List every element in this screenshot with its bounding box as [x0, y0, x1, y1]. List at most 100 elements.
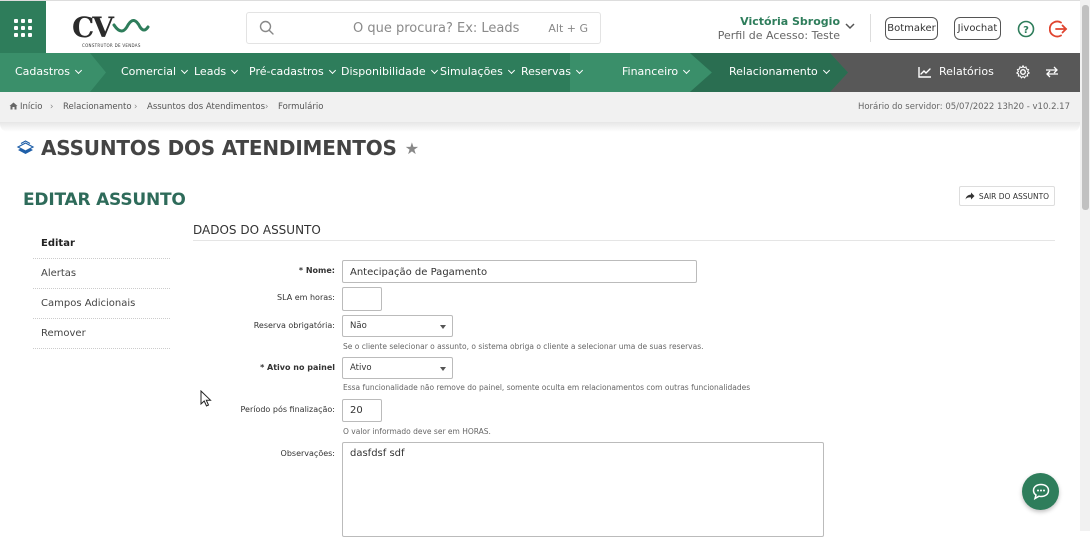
breadcrumb-item-assuntos[interactable]: Assuntos dos Atendimentos	[147, 102, 265, 112]
home-icon	[9, 102, 18, 110]
nav-item-leads[interactable]: Leads	[194, 65, 239, 78]
reserva-label: Reserva obrigatória:	[253, 321, 335, 330]
nav-label: Simulações	[440, 65, 503, 78]
chevron-down-icon[interactable]	[845, 22, 855, 30]
chevron-down-icon	[507, 66, 515, 74]
apps-menu-button[interactable]	[0, 1, 46, 54]
reserva-hint: Se o cliente selecionar o assunto, o sis…	[343, 342, 704, 351]
ativo-select-value: Ativo	[350, 363, 372, 373]
side-item-alertas[interactable]: Alertas	[33, 259, 170, 289]
periodo-input[interactable]: 20	[342, 399, 382, 422]
nav-label: Financeiro	[622, 65, 679, 78]
mouse-pointer-icon	[200, 390, 212, 407]
svg-text:CV: CV	[72, 11, 115, 43]
chevron-down-icon	[181, 66, 189, 74]
breadcrumb-shadow	[0, 122, 1080, 132]
nav-item-relacionamento[interactable]: Relacionamento	[729, 65, 830, 78]
observacoes-textarea[interactable]: dasfdsf sdf	[342, 442, 824, 537]
main-nav: Cadastros Comercial Leads Pré-cadastros …	[0, 53, 1080, 92]
chevron-down-icon	[74, 66, 82, 74]
grid-icon	[14, 18, 32, 37]
cv-logo-icon: CV	[72, 11, 150, 44]
side-menu: Editar Alertas Campos Adicionais Remover	[33, 229, 170, 349]
nav-item-comercial[interactable]: Comercial	[121, 65, 189, 78]
reserva-select-value: Não	[350, 321, 367, 331]
breadcrumb-separator: ›	[50, 102, 54, 112]
layers-icon	[16, 139, 35, 154]
search-shortcut: Alt + G	[548, 22, 588, 35]
sla-input[interactable]	[342, 287, 382, 311]
search-icon	[259, 20, 274, 35]
breadcrumb-item-formulario: Formulário	[278, 102, 324, 112]
chevron-down-icon	[430, 66, 438, 74]
periodo-hint: O valor informado deve ser em HORAS.	[343, 427, 491, 436]
breadcrumb-item-relacionamento[interactable]: Relacionamento	[63, 102, 132, 112]
nav-label: Comercial	[121, 65, 177, 78]
jivochat-button[interactable]: Jivochat	[954, 17, 1001, 40]
side-item-remover[interactable]: Remover	[33, 319, 170, 349]
nav-label: Pré-cadastros	[249, 65, 324, 78]
nav-label: Reservas	[521, 65, 571, 78]
user-profile: Perfil de Acesso: Teste	[717, 29, 840, 42]
breadcrumb: Início › Relacionamento › Assuntos dos A…	[0, 92, 1080, 122]
nav-label: Disponibilidade	[341, 65, 426, 78]
chevron-down-icon	[231, 66, 239, 74]
page-header: ASSUNTOS DOS ATENDIMENTOS ★	[16, 136, 419, 160]
page-title: ASSUNTOS DOS ATENDIMENTOS	[41, 136, 397, 160]
logout-icon[interactable]	[1049, 19, 1069, 39]
periodo-label: Período pós finalização:	[240, 405, 335, 414]
svg-text:?: ?	[1023, 25, 1029, 36]
scrollbar-thumb[interactable]	[1082, 5, 1089, 210]
search-placeholder: O que procura? Ex: Leads	[353, 21, 520, 36]
gear-icon[interactable]	[1016, 65, 1030, 79]
observacoes-label: Observações:	[280, 449, 335, 458]
star-icon[interactable]: ★	[405, 139, 419, 158]
exit-subject-label: SAIR DO ASSUNTO	[978, 191, 1050, 201]
ativo-hint: Essa funcionalidade não remove do painel…	[343, 383, 751, 392]
logo[interactable]: CV CONSTRUTOR DE VENDAS	[70, 9, 150, 48]
help-icon[interactable]: ?	[1017, 20, 1035, 38]
top-bar: CV CONSTRUTOR DE VENDAS O que procura? E…	[0, 0, 1090, 54]
nav-item-simulacoes[interactable]: Simulações	[440, 65, 515, 78]
chevron-down-icon	[822, 66, 830, 74]
chevron-down-icon	[575, 66, 583, 74]
chat-button[interactable]	[1022, 473, 1059, 510]
nav-item-cadastros[interactable]: Cadastros	[15, 65, 82, 78]
nav-label: Cadastros	[15, 65, 70, 78]
botmaker-button[interactable]: Botmaker	[885, 17, 938, 40]
chevron-down-icon	[683, 66, 691, 74]
chevron-down-icon	[328, 66, 336, 74]
breadcrumb-item-inicio[interactable]: Início	[20, 102, 43, 112]
server-time: Horário do servidor: 05/07/2022 13h20 - …	[857, 102, 1070, 112]
ativo-select[interactable]: Ativo	[342, 357, 453, 379]
search-box[interactable]: O que procura? Ex: Leads Alt + G	[246, 12, 601, 44]
nav-item-reservas[interactable]: Reservas	[521, 65, 583, 78]
swap-icon[interactable]	[1045, 66, 1059, 78]
nav-item-pre-cadastros[interactable]: Pré-cadastros	[249, 65, 336, 78]
divider	[870, 14, 871, 42]
breadcrumb-separator: ›	[265, 102, 269, 112]
caret-down-icon	[440, 367, 446, 371]
nav-label: Relatórios	[939, 65, 994, 78]
user-menu[interactable]: Victória Sbrogio Perfil de Acesso: Teste	[700, 15, 840, 42]
chart-line-icon	[918, 66, 931, 78]
nav-item-relatorios[interactable]: Relatórios	[918, 65, 994, 78]
divider	[193, 240, 1055, 241]
exit-subject-button[interactable]: SAIR DO ASSUNTO	[959, 186, 1055, 206]
nav-item-financeiro[interactable]: Financeiro	[622, 65, 691, 78]
reserva-select[interactable]: Não	[342, 315, 453, 337]
nav-item-disponibilidade[interactable]: Disponibilidade	[341, 65, 438, 78]
logo-tagline: CONSTRUTOR DE VENDAS	[82, 43, 141, 48]
share-icon	[965, 192, 975, 200]
side-item-campos-adicionais[interactable]: Campos Adicionais	[33, 289, 170, 319]
chat-bubble-icon	[1032, 483, 1049, 500]
form-heading: DADOS DO ASSUNTO	[193, 223, 321, 237]
sla-label: SLA em horas:	[276, 293, 335, 302]
caret-down-icon	[440, 325, 446, 329]
nav-label: Relacionamento	[729, 65, 818, 78]
nome-label: * Nome:	[298, 266, 335, 275]
ativo-label: * Ativo no painel	[260, 363, 335, 372]
nome-input[interactable]: Antecipação de Pagamento	[342, 260, 697, 283]
user-name: Victória Sbrogio	[740, 15, 840, 28]
side-item-editar[interactable]: Editar	[33, 229, 170, 259]
